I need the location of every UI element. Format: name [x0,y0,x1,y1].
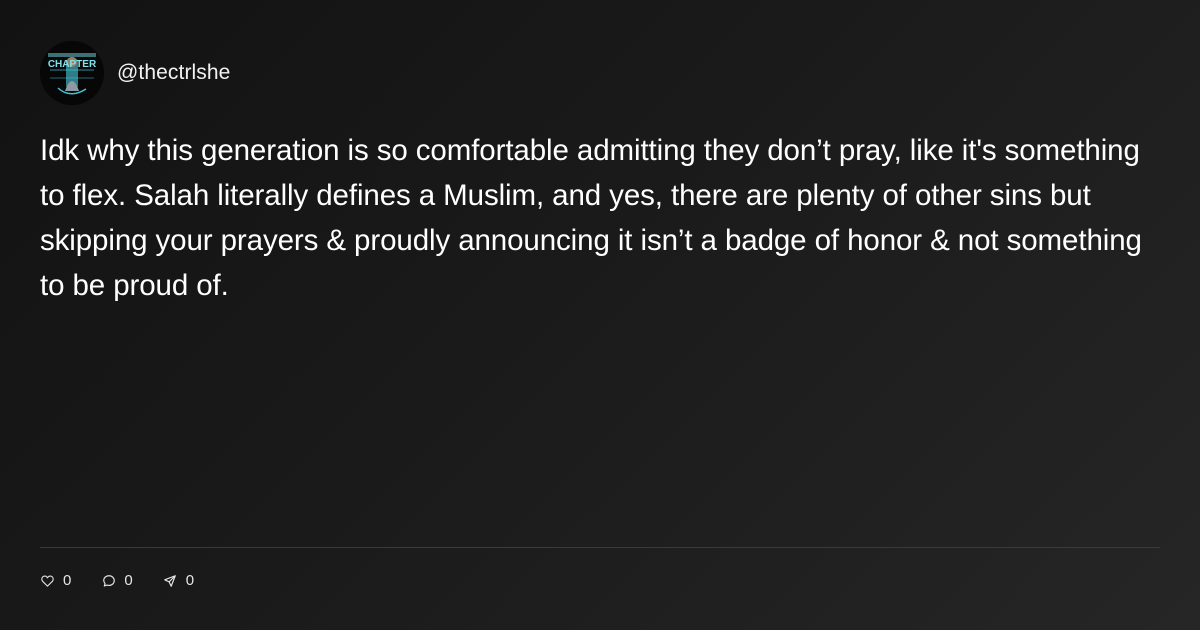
post-text: Idk why this generation is so comfortabl… [40,134,1142,302]
comment-icon [101,574,116,589]
comment-count: 0 [124,572,133,589]
avatar-logo-text: CHAPTER [48,59,97,70]
username[interactable]: @thectrlshe [117,61,230,85]
divider [40,547,1160,548]
share-button[interactable]: 0 [163,570,194,592]
action-bar: 0 0 0 [40,570,224,592]
share-count: 0 [185,572,195,589]
comment-button[interactable]: 0 [101,570,133,592]
like-count: 0 [63,572,72,589]
post-card: CHAPTER @thectrlshe Idk why this generat… [0,0,1200,630]
author-row: CHAPTER @thectrlshe [40,41,230,105]
send-icon [163,574,178,589]
like-button[interactable]: 0 [40,570,71,592]
avatar-image: CHAPTER [40,41,104,105]
avatar[interactable]: CHAPTER [40,41,104,105]
heart-icon [40,574,55,589]
